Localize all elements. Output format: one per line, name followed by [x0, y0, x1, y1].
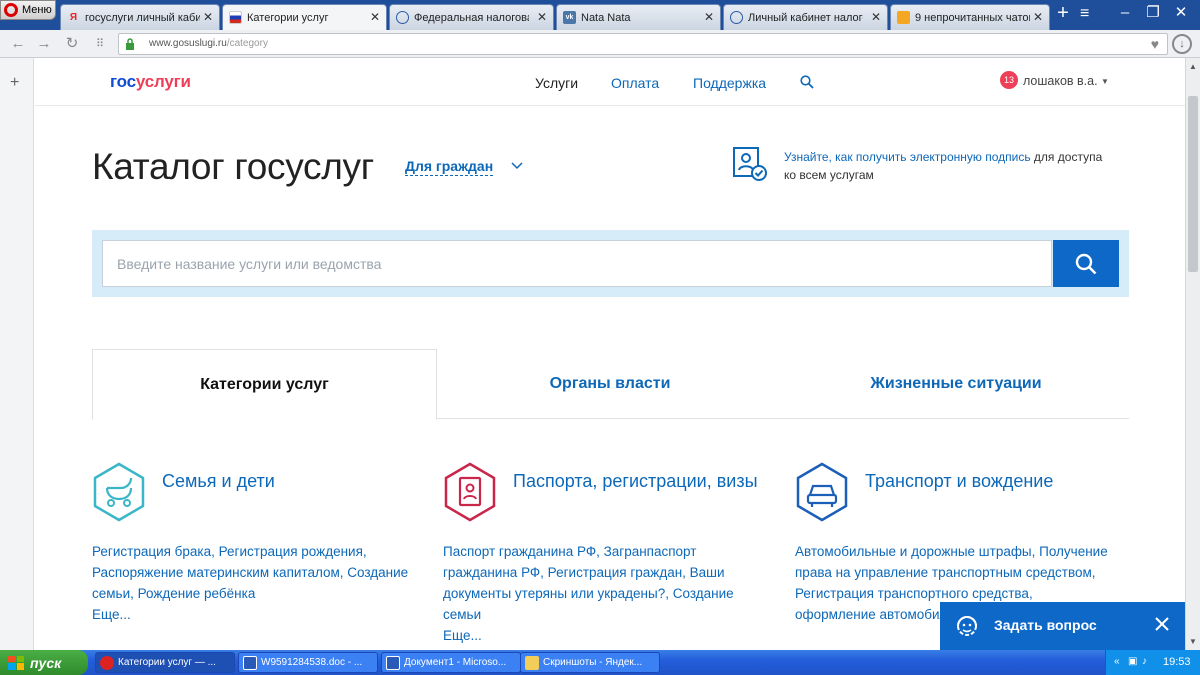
- tab-close-icon[interactable]: ✕: [871, 10, 881, 24]
- page-title: Каталог госуслуг: [92, 146, 374, 187]
- category-links[interactable]: Паспорт гражданина РФ, Загранпаспорт гра…: [443, 541, 763, 646]
- minimize-icon[interactable]: –: [1112, 2, 1138, 24]
- folder-icon: [525, 655, 539, 670]
- chevron-down-icon[interactable]: [511, 161, 523, 171]
- browser-tab-bar: Меню Я госуслуги личный кабинет ✕ Катего…: [0, 0, 1200, 30]
- passport-icon[interactable]: [443, 462, 497, 522]
- opera-icon: [100, 655, 114, 670]
- gosuslugi-logo[interactable]: госуслуги: [110, 72, 191, 92]
- browser-tab-vk[interactable]: vk Nata Nata ✕: [556, 4, 721, 30]
- windows-flag-icon: [8, 655, 24, 670]
- tab-close-icon[interactable]: ✕: [1033, 10, 1043, 24]
- electronic-signature-icon: [733, 147, 767, 181]
- tray-arrow-icon[interactable]: «: [1114, 656, 1126, 668]
- tab-authorities[interactable]: Органы власти: [437, 349, 783, 419]
- forward-arrow-icon[interactable]: →: [34, 34, 54, 54]
- maximize-icon[interactable]: ❐: [1140, 2, 1166, 24]
- nav-services[interactable]: Услуги: [535, 75, 578, 91]
- system-tray: « ▣ ♪ 19:53: [1105, 650, 1200, 675]
- page-scrollbar[interactable]: ▲ ▼: [1185, 58, 1200, 650]
- tab-categories[interactable]: Категории услуг: [92, 349, 437, 420]
- clock[interactable]: 19:53: [1163, 656, 1191, 668]
- download-icon[interactable]: ↓: [1172, 34, 1192, 54]
- site-header: госуслуги Услуги Оплата Поддержка 13 лош…: [35, 58, 1185, 106]
- search-icon[interactable]: [800, 75, 814, 89]
- ask-question-widget[interactable]: Задать вопрос: [940, 602, 1185, 650]
- category-title[interactable]: Семья и дети: [162, 470, 432, 492]
- nav-support[interactable]: Поддержка: [693, 75, 766, 91]
- russia-flag-favicon-icon: [229, 11, 242, 24]
- scroll-down-arrow-icon[interactable]: ▼: [1189, 637, 1197, 646]
- word-icon: [243, 655, 257, 670]
- mail-favicon-icon: [897, 11, 910, 24]
- speed-dial-grid-icon[interactable]: ⠿: [90, 34, 110, 54]
- browser-side-panel: +: [0, 58, 34, 650]
- category-title[interactable]: Паспорта, регистрации, визы: [513, 470, 783, 492]
- browser-menu-button[interactable]: Меню: [0, 0, 56, 20]
- network-icon[interactable]: ▣: [1128, 656, 1140, 668]
- volume-icon[interactable]: ♪: [1142, 656, 1154, 668]
- support-headset-icon: [957, 616, 977, 636]
- taskbar-item-word[interactable]: Документ1 - Microso...: [381, 652, 521, 673]
- opera-logo-icon: [4, 3, 18, 17]
- nav-payment[interactable]: Оплата: [611, 75, 659, 91]
- category-title[interactable]: Транспорт и вождение: [865, 470, 1135, 492]
- url-field[interactable]: www.gosuslugi.ru/category ♥: [118, 33, 1168, 55]
- stroller-icon[interactable]: [92, 462, 146, 522]
- reload-icon[interactable]: ↻: [62, 34, 82, 54]
- category-more-link[interactable]: Еще...: [443, 628, 482, 643]
- close-icon[interactable]: [1154, 616, 1170, 632]
- tab-life-situations[interactable]: Жизненные ситуации: [783, 349, 1129, 419]
- word-icon: [386, 655, 400, 670]
- tab-list-menu-icon[interactable]: ≡: [1080, 6, 1100, 24]
- tab-close-icon[interactable]: ✕: [704, 10, 714, 24]
- scroll-thumb[interactable]: [1188, 96, 1198, 272]
- new-tab-plus-icon[interactable]: +: [1053, 3, 1073, 24]
- vk-favicon-icon: vk: [563, 11, 576, 24]
- esign-info: Узнайте, как получить электронную подпис…: [784, 150, 1103, 182]
- lock-icon: [126, 38, 134, 50]
- category-links[interactable]: Регистрация брака, Регистрация рождения,…: [92, 541, 412, 625]
- tab-close-icon[interactable]: ✕: [370, 10, 380, 24]
- gosuslugi-page: госуслуги Услуги Оплата Поддержка 13 лош…: [35, 58, 1185, 650]
- browser-tab-lk-nalog[interactable]: Личный кабинет налогоплательщика ✕: [723, 4, 888, 30]
- search-input[interactable]: [102, 240, 1052, 287]
- windows-taskbar: пуск Категории услуг — ... W9591284538.d…: [0, 650, 1200, 675]
- browser-tab-nalog[interactable]: Федеральная налоговая служба ✕: [389, 4, 554, 30]
- taskbar-item-browser[interactable]: Категории услуг — ...: [95, 652, 235, 673]
- browser-menu-label: Меню: [22, 4, 52, 16]
- window-close-icon[interactable]: ✕: [1168, 2, 1194, 24]
- taskbar-item-folder[interactable]: Скриншоты - Яндек...: [520, 652, 660, 673]
- audience-dropdown[interactable]: Для граждан: [405, 158, 494, 176]
- ask-question-label: Задать вопрос: [994, 617, 1097, 633]
- scroll-up-arrow-icon[interactable]: ▲: [1189, 62, 1197, 71]
- tab-close-icon[interactable]: ✕: [537, 10, 547, 24]
- yandex-favicon-icon: Я: [69, 12, 78, 23]
- browser-tab-gosuslugi-search[interactable]: Я госуслуги личный кабинет ✕: [60, 4, 220, 30]
- browser-tab-categories[interactable]: Категории услуг ✕: [222, 4, 387, 30]
- bookmark-heart-icon[interactable]: ♥: [1151, 36, 1159, 52]
- search-bar: [92, 230, 1129, 297]
- fns-favicon-icon: [730, 11, 743, 24]
- side-panel-add-icon[interactable]: +: [10, 74, 19, 92]
- address-bar: ← → ↻ ⠿ www.gosuslugi.ru/category ♥ ↓: [0, 30, 1200, 58]
- car-icon[interactable]: [795, 462, 849, 522]
- browser-tab-mail[interactable]: 9 непрочитанных чатов ✕: [890, 4, 1050, 30]
- user-menu-caret-icon[interactable]: ▼: [1101, 77, 1109, 86]
- notification-badge[interactable]: 13: [1000, 71, 1018, 89]
- search-button[interactable]: [1053, 240, 1119, 287]
- back-arrow-icon[interactable]: ←: [8, 34, 28, 54]
- fns-favicon-icon: [396, 11, 409, 24]
- search-icon: [1075, 253, 1097, 274]
- taskbar-item-doc[interactable]: W9591284538.doc - ...: [238, 652, 378, 673]
- esign-link[interactable]: Узнайте, как получить электронную подпис…: [784, 150, 1031, 164]
- tab-close-icon[interactable]: ✕: [203, 10, 213, 24]
- url-text: www.gosuslugi.ru/category: [149, 38, 268, 49]
- catalog-tabs: Категории услуг Органы власти Жизненные …: [92, 349, 1129, 420]
- category-more-link[interactable]: Еще...: [92, 607, 131, 622]
- user-name[interactable]: лошаков в.а.: [1023, 74, 1098, 88]
- start-button[interactable]: пуск: [0, 650, 88, 675]
